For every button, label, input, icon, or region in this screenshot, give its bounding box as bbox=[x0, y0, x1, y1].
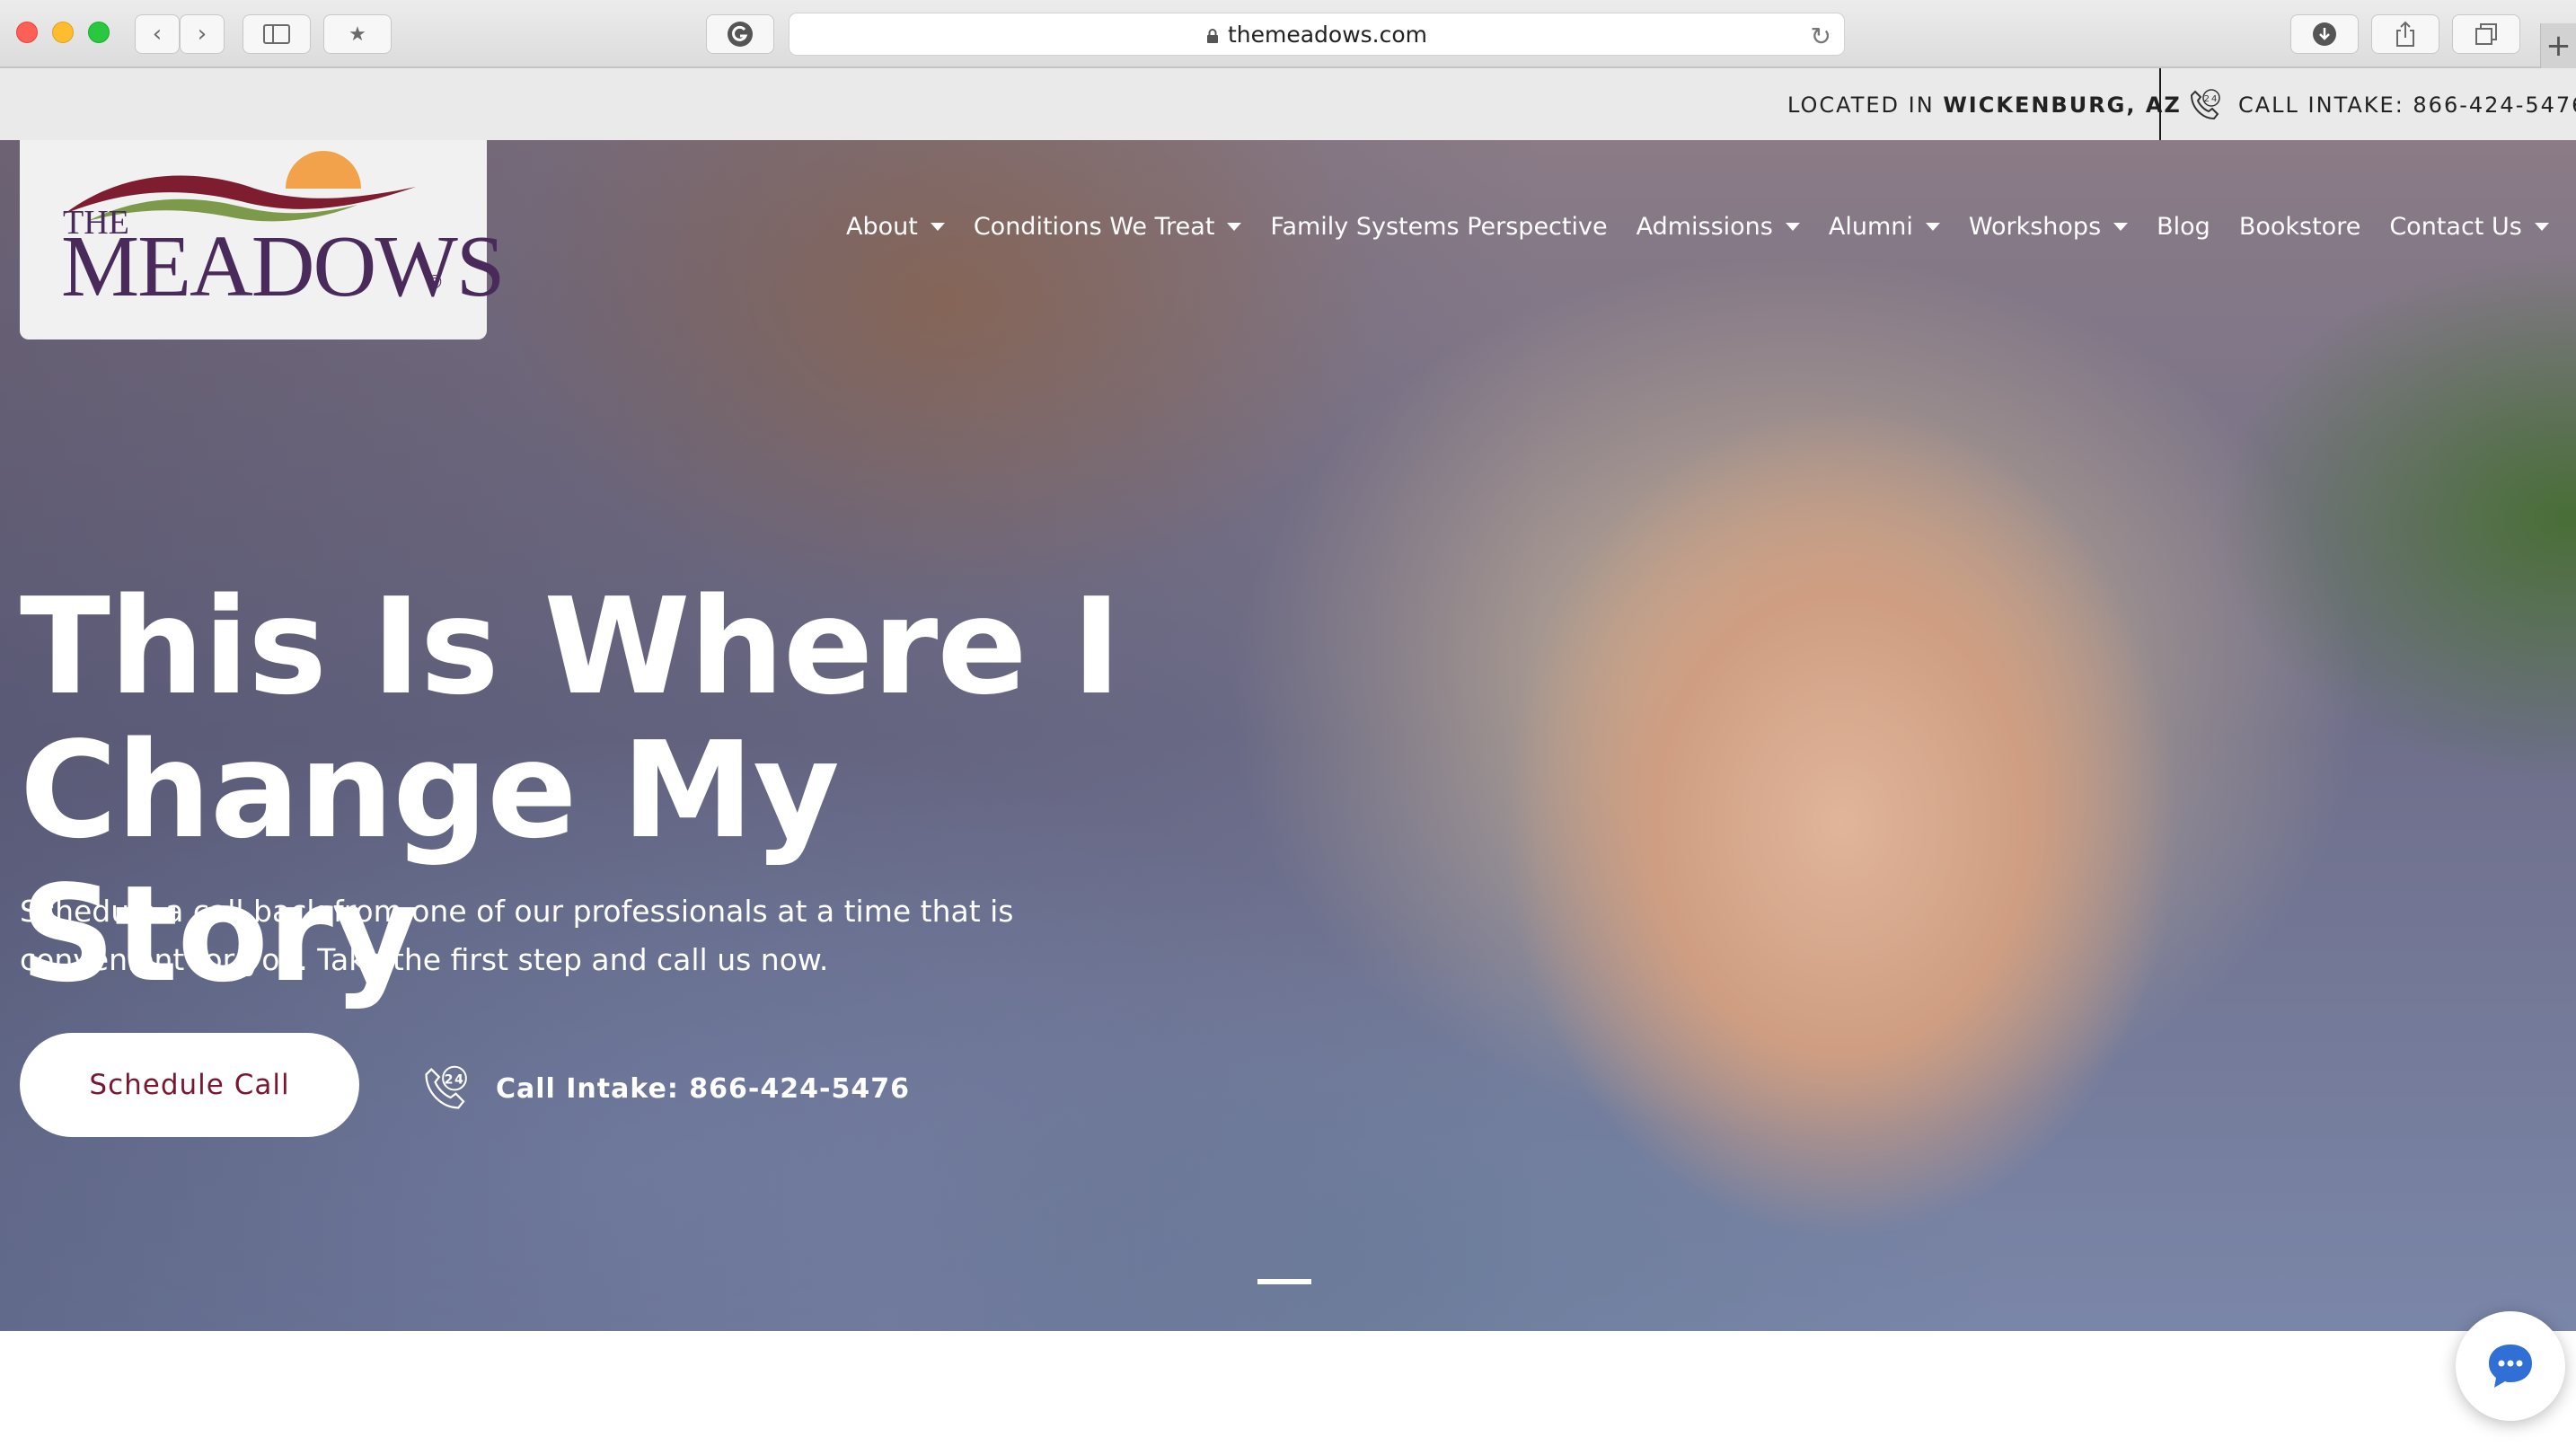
grammarly-icon bbox=[728, 22, 753, 47]
call-intake-top-link[interactable]: 24 CALL INTAKE: 866-424-5476 bbox=[2186, 86, 2576, 124]
top-info-bar: LOCATED IN WICKENBURG, AZ 24 CALL INTAKE… bbox=[0, 68, 2576, 140]
nav-alumni[interactable]: Alumni bbox=[1829, 213, 1940, 241]
caret-down-icon bbox=[2113, 222, 2129, 231]
bookmarks-button[interactable]: ★ bbox=[323, 14, 392, 54]
caret-down-icon bbox=[1227, 222, 1242, 231]
hero-headline-line1: This Is Where I bbox=[20, 569, 1121, 724]
nav-alumni-label: Alumni bbox=[1828, 212, 1913, 241]
nav-contact-label: Contact Us bbox=[2389, 212, 2522, 241]
reload-icon[interactable]: ↻ bbox=[1811, 22, 1831, 51]
forward-button[interactable]: › bbox=[180, 14, 225, 54]
nav-conditions-label: Conditions We Treat bbox=[973, 212, 1215, 241]
forward-icon: › bbox=[197, 21, 207, 48]
caret-down-icon bbox=[2534, 222, 2549, 231]
caret-down-icon bbox=[1925, 222, 1940, 231]
nav-contact[interactable]: Contact Us bbox=[2389, 212, 2549, 241]
close-window-button[interactable] bbox=[16, 22, 38, 43]
chat-icon bbox=[2489, 1345, 2532, 1388]
sidebar-icon bbox=[263, 24, 290, 44]
share-button[interactable] bbox=[2371, 14, 2439, 54]
phone-24-icon: 24 bbox=[425, 1065, 467, 1109]
hero-subtext: Schedule a call back from one of our pro… bbox=[20, 894, 1014, 977]
minimize-window-button[interactable] bbox=[52, 22, 74, 43]
location-prefix: LOCATED IN bbox=[1787, 93, 1935, 118]
browser-toolbar: ‹ › ★ themeadows.com ↻ + bbox=[0, 0, 2576, 68]
nav-family-systems[interactable]: Family Systems Perspective bbox=[1270, 213, 1607, 241]
address-bar[interactable]: themeadows.com ↻ bbox=[789, 13, 1845, 56]
location-text: LOCATED IN WICKENBURG, AZ bbox=[1787, 93, 2180, 118]
share-icon bbox=[2396, 21, 2414, 47]
caret-down-icon bbox=[930, 222, 945, 231]
phone-24-icon: 24 bbox=[2190, 89, 2220, 120]
sidebar-button[interactable] bbox=[243, 14, 311, 54]
svg-text:24: 24 bbox=[2204, 94, 2219, 104]
tabs-icon bbox=[2475, 23, 2497, 45]
main-nav: About Conditions We Treat Family Systems… bbox=[846, 208, 2549, 244]
url-text: themeadows.com bbox=[1227, 21, 1428, 48]
logo-name: MEADOWS bbox=[61, 218, 505, 315]
call-intake-top-text: CALL INTAKE: 866-424-5476 bbox=[2238, 93, 2576, 118]
nav-blog-label: Blog bbox=[2157, 212, 2210, 241]
logo-registered: ® bbox=[426, 271, 444, 293]
call-intake-hero-link[interactable]: 24 Call Intake: 866-424-5476 bbox=[419, 1062, 910, 1115]
download-icon bbox=[2313, 22, 2336, 46]
nav-about-label: About bbox=[846, 212, 918, 241]
nav-blog[interactable]: Blog bbox=[2157, 213, 2210, 241]
chat-widget-button[interactable] bbox=[2456, 1311, 2565, 1421]
lock-icon bbox=[1206, 29, 1218, 43]
back-icon: ‹ bbox=[152, 21, 163, 48]
nav-about[interactable]: About bbox=[846, 213, 945, 241]
nav-family-systems-label: Family Systems Perspective bbox=[1270, 212, 1608, 241]
nav-bookstore-label: Bookstore bbox=[2238, 212, 2361, 241]
zoom-window-button[interactable] bbox=[88, 22, 110, 43]
downloads-button[interactable] bbox=[2290, 14, 2359, 54]
grammarly-extension-button[interactable] bbox=[706, 14, 774, 54]
location-city: WICKENBURG, AZ bbox=[1943, 93, 2182, 118]
nav-workshops-label: Workshops bbox=[1968, 212, 2102, 241]
divider bbox=[2159, 68, 2161, 140]
nav-bookstore[interactable]: Bookstore bbox=[2239, 213, 2361, 241]
page-content-below bbox=[0, 1331, 2576, 1446]
svg-text:24: 24 bbox=[445, 1072, 465, 1087]
back-button[interactable]: ‹ bbox=[135, 14, 180, 54]
schedule-call-button[interactable]: Schedule Call bbox=[20, 1033, 359, 1137]
site-logo[interactable]: THE MEADOWS ® bbox=[20, 140, 505, 339]
new-tab-button[interactable]: + bbox=[2540, 23, 2576, 68]
nav-workshops[interactable]: Workshops bbox=[1968, 212, 2129, 241]
slider-indicator[interactable] bbox=[1257, 1279, 1311, 1284]
caret-down-icon bbox=[1785, 222, 1800, 231]
call-intake-hero-text: Call Intake: 866-424-5476 bbox=[496, 1072, 910, 1105]
bookmarks-icon: ★ bbox=[348, 22, 366, 46]
nav-conditions[interactable]: Conditions We Treat bbox=[974, 213, 1242, 241]
nav-admissions-label: Admissions bbox=[1636, 212, 1773, 241]
show-tabs-button[interactable] bbox=[2452, 14, 2520, 54]
nav-admissions[interactable]: Admissions bbox=[1636, 213, 1800, 241]
